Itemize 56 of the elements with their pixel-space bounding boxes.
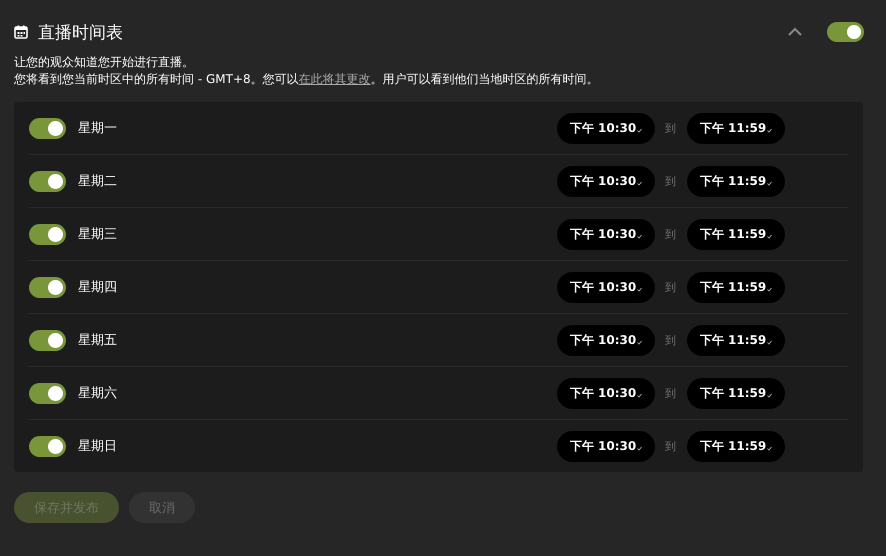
timezone-link[interactable]: 在此将其更改: [298, 72, 371, 86]
range-separator: 到: [665, 226, 677, 242]
range-separator: 到: [665, 332, 677, 348]
toggle-switch[interactable]: [29, 170, 66, 192]
toggle-switch[interactable]: [827, 22, 864, 42]
calendar-icon: [14, 25, 28, 39]
time-picker[interactable]: 下午 11:59: [687, 430, 785, 462]
time-picker[interactable]: 下午 10:30: [557, 378, 655, 408]
range-separator: 到: [665, 386, 677, 400]
day-label: 星期五: [78, 332, 117, 349]
check-icon: [767, 286, 772, 292]
description-text: 让您的观众知道您开始进行直播。: [14, 54, 195, 71]
check-icon: [767, 234, 772, 238]
chevron-icon[interactable]: [787, 27, 803, 37]
time-picker[interactable]: 下午 11:59: [687, 218, 785, 250]
day-label: 星期日: [78, 438, 117, 455]
check-icon: [767, 340, 772, 344]
check-icon: [767, 446, 772, 450]
range-separator: 到: [665, 120, 677, 136]
check-icon: [637, 180, 642, 186]
time-picker[interactable]: 下午 11:59: [687, 112, 785, 144]
check-icon: [767, 180, 772, 186]
check-icon: [767, 128, 772, 132]
day-label: 星期二: [78, 173, 117, 190]
toggle-switch[interactable]: [29, 276, 66, 298]
check-icon: [637, 286, 642, 292]
day-label: 星期三: [78, 226, 117, 243]
time-picker[interactable]: 下午 10:30: [557, 166, 655, 196]
toggle-switch[interactable]: [29, 436, 66, 456]
check-icon: [637, 446, 642, 450]
check-icon: [637, 340, 642, 344]
time-picker[interactable]: 下午 10:30: [557, 112, 655, 144]
time-picker[interactable]: 下午 11:59: [687, 166, 785, 196]
day-label: 星期六: [78, 385, 117, 402]
section-title: 直播时间表: [38, 22, 123, 44]
toggle-switch[interactable]: [29, 382, 66, 404]
check-icon: [637, 128, 642, 132]
time-picker[interactable]: 下午 11:59: [687, 378, 785, 408]
check-icon: [637, 234, 642, 238]
time-picker[interactable]: 下午 11:59: [687, 324, 785, 356]
range-separator: 到: [665, 438, 677, 454]
range-separator: 到: [665, 280, 677, 294]
day-label: 星期四: [78, 279, 117, 296]
time-picker[interactable]: 下午 10:30: [557, 430, 655, 462]
time-picker[interactable]: 下午 11:59: [687, 272, 785, 302]
time-picker[interactable]: 下午 10:30: [557, 218, 655, 250]
toggle-switch[interactable]: [29, 118, 66, 138]
toggle-switch[interactable]: [29, 224, 66, 244]
description-text: 您将看到您当前时区中的所有时间 - GMT+8。您可以在此将其更改。用户可以看到他们当地时区的所有时间。: [14, 71, 600, 88]
check-icon: [767, 392, 772, 398]
day-label: 星期一: [78, 120, 117, 137]
range-separator: 到: [665, 174, 677, 188]
check-icon: [637, 392, 642, 398]
time-picker[interactable]: 下午 10:30: [557, 272, 655, 302]
time-picker[interactable]: 下午 10:30: [557, 324, 655, 356]
toggle-switch[interactable]: [29, 330, 66, 350]
